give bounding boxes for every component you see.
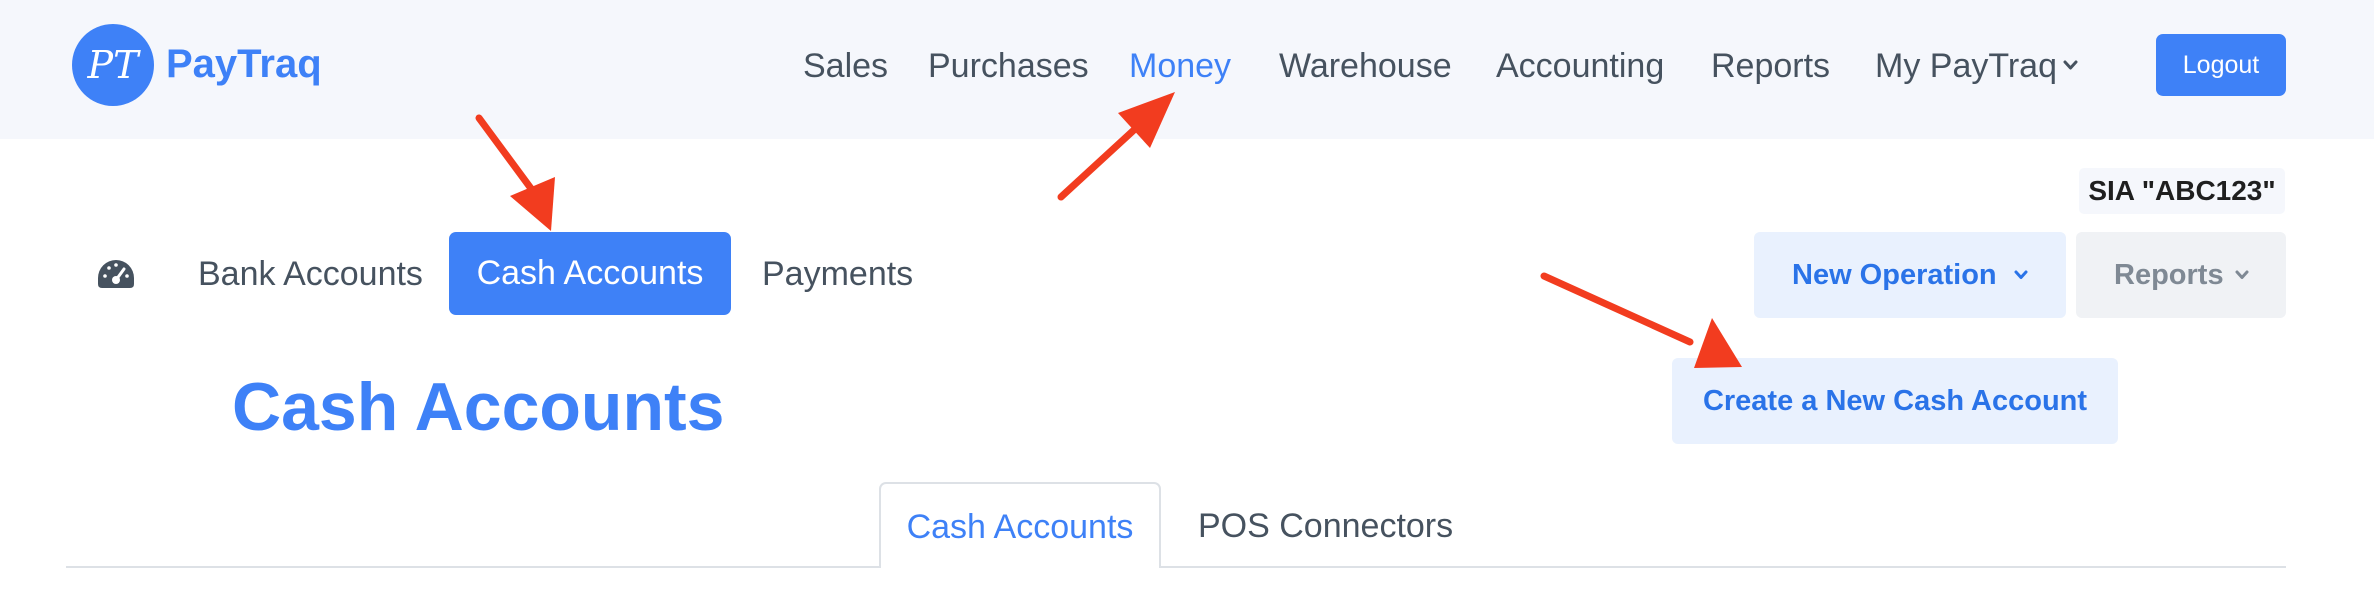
nav-purchases[interactable]: Purchases [928, 44, 1089, 88]
logo-text[interactable]: PayTraq [166, 38, 322, 90]
logout-button[interactable]: Logout [2156, 34, 2286, 96]
nav-money[interactable]: Money [1129, 44, 1231, 88]
subnav-payments[interactable]: Payments [762, 252, 913, 296]
new-operation-button[interactable]: New Operation [1754, 232, 2066, 318]
chevron-down-icon [2235, 270, 2249, 279]
reports-label: Reports [2114, 259, 2224, 291]
logo-icon[interactable]: PT [72, 24, 154, 106]
subnav-cash-accounts[interactable]: Cash Accounts [449, 232, 731, 315]
subnav-bank-accounts[interactable]: Bank Accounts [198, 252, 423, 296]
reports-dropdown-button[interactable]: Reports [2076, 232, 2286, 318]
chevron-down-icon [2014, 270, 2028, 279]
tab-pos-connectors[interactable]: POS Connectors [1198, 504, 1453, 548]
page-title: Cash Accounts [232, 369, 725, 445]
tab-cash-accounts[interactable]: Cash Accounts [879, 482, 1161, 568]
tabs-divider [66, 566, 2286, 568]
nav-warehouse[interactable]: Warehouse [1279, 44, 1452, 88]
nav-accounting[interactable]: Accounting [1496, 44, 1664, 88]
new-operation-label: New Operation [1792, 259, 1997, 291]
create-cash-account-button[interactable]: Create a New Cash Account [1672, 358, 2118, 444]
nav-reports[interactable]: Reports [1711, 44, 1830, 88]
chevron-down-icon[interactable] [2062, 58, 2079, 72]
speedometer-icon[interactable] [96, 258, 136, 290]
nav-sales[interactable]: Sales [803, 44, 888, 88]
company-badge: SIA "ABC123" [2079, 168, 2285, 214]
nav-my-paytraq[interactable]: My PayTraq [1875, 44, 2057, 88]
arrow-icon [1540, 272, 1742, 368]
